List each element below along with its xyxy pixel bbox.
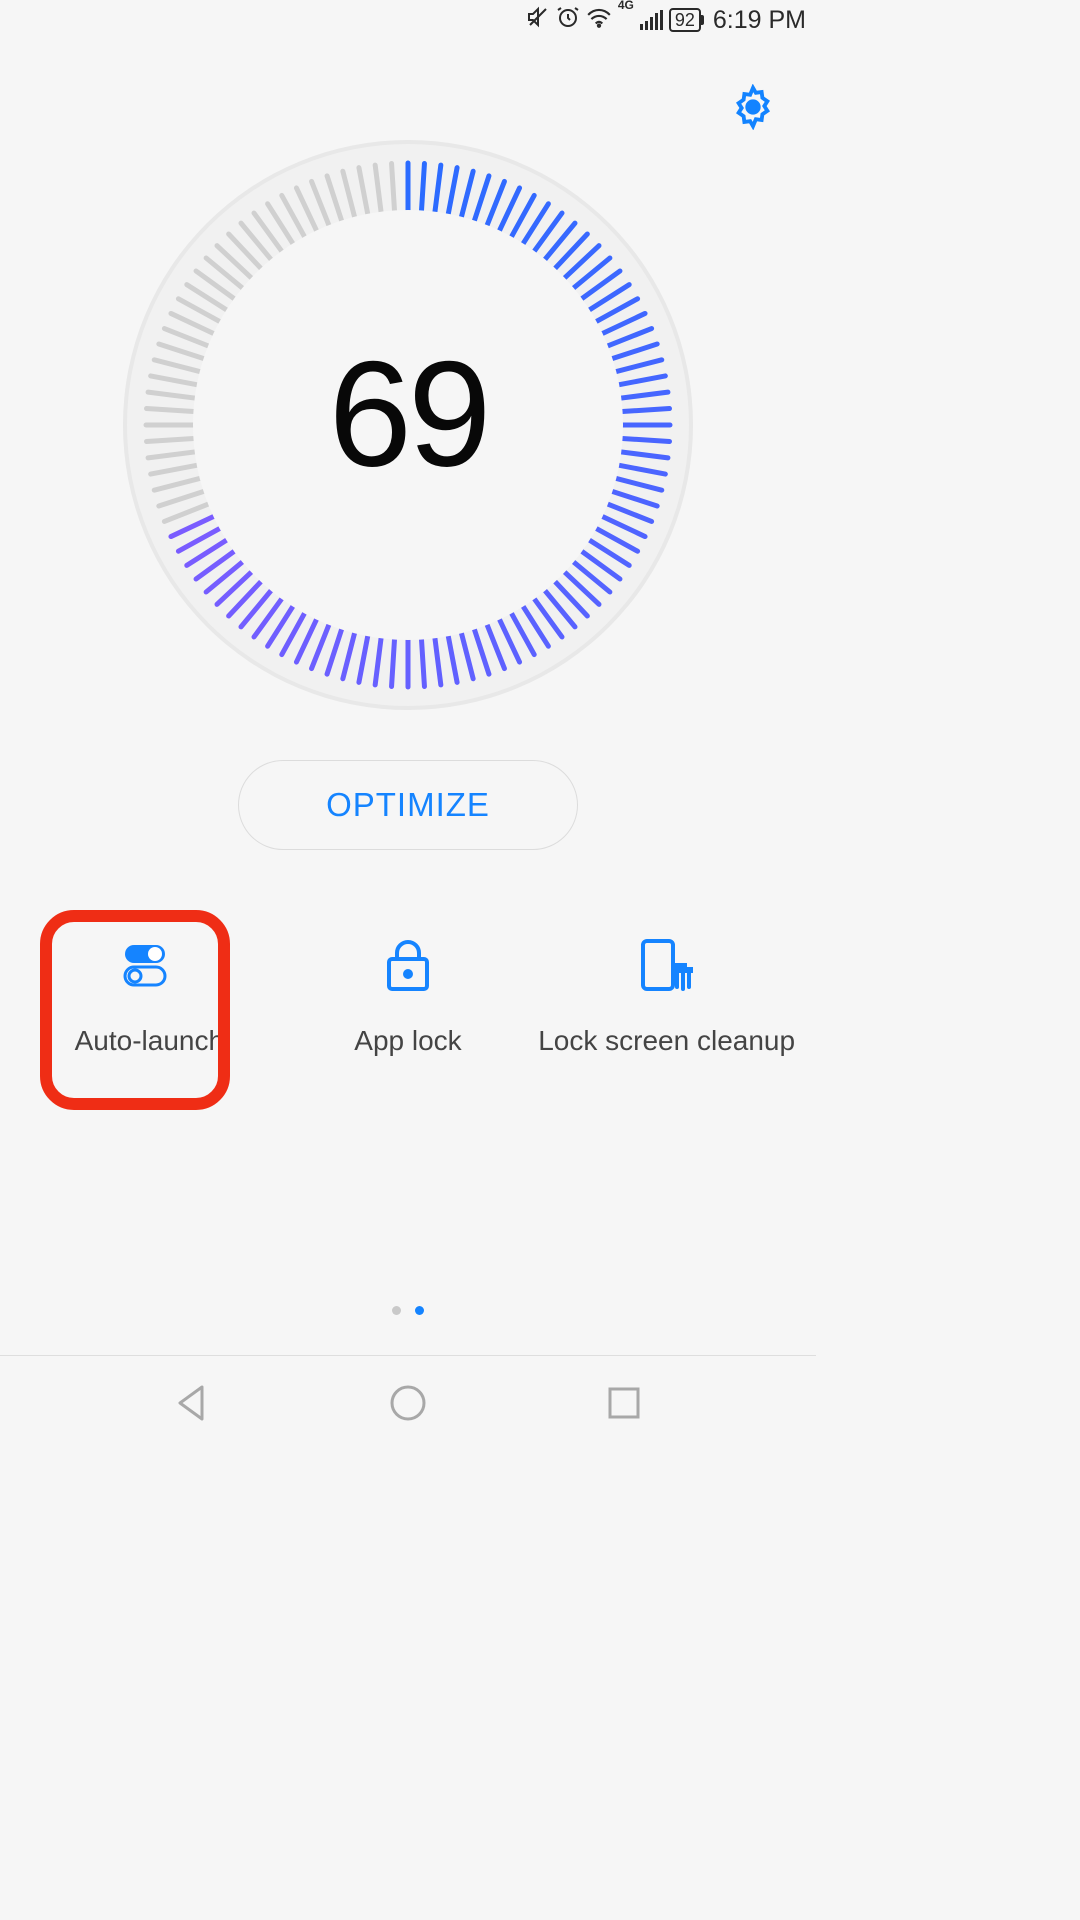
settings-button[interactable]	[730, 84, 776, 130]
phone-manager-screen: 69 OPTIMIZE Auto-launch	[0, 40, 816, 1355]
lock-icon	[368, 935, 448, 995]
tile-label: App lock	[354, 1025, 461, 1057]
network-type-label: 4G	[618, 0, 634, 12]
signal-icon	[640, 10, 663, 30]
toggles-icon	[109, 935, 189, 995]
wifi-icon	[586, 6, 612, 35]
recent-apps-button[interactable]	[600, 1379, 648, 1427]
page-dot[interactable]	[415, 1306, 424, 1315]
mute-icon	[526, 5, 550, 36]
tile-label: Lock screen cleanup	[538, 1025, 795, 1057]
tile-lock-screen-cleanup[interactable]: Lock screen cleanup	[542, 935, 792, 1057]
battery-percent: 92	[675, 10, 695, 30]
optimize-button-label: OPTIMIZE	[326, 786, 490, 823]
back-button[interactable]	[168, 1379, 216, 1427]
health-score-gauge[interactable]: 69	[123, 140, 693, 710]
status-clock: 6:19 PM	[713, 6, 806, 35]
optimize-button[interactable]: OPTIMIZE	[238, 760, 578, 850]
status-bar: 4G 92 6:19 PM	[0, 0, 816, 40]
feature-tiles: Auto-launch App lock	[0, 935, 816, 1057]
health-score-value: 69	[329, 327, 488, 500]
tile-label: Auto-launch	[75, 1025, 224, 1057]
phone-broom-icon	[627, 935, 707, 995]
tile-auto-launch[interactable]: Auto-launch	[24, 935, 274, 1057]
alarm-icon	[556, 5, 580, 36]
page-indicator[interactable]	[392, 1306, 424, 1315]
page-dot[interactable]	[392, 1306, 401, 1315]
battery-icon: 92	[669, 8, 701, 32]
tile-app-lock[interactable]: App lock	[283, 935, 533, 1057]
system-nav-bar	[0, 1355, 816, 1450]
home-button[interactable]	[384, 1379, 432, 1427]
